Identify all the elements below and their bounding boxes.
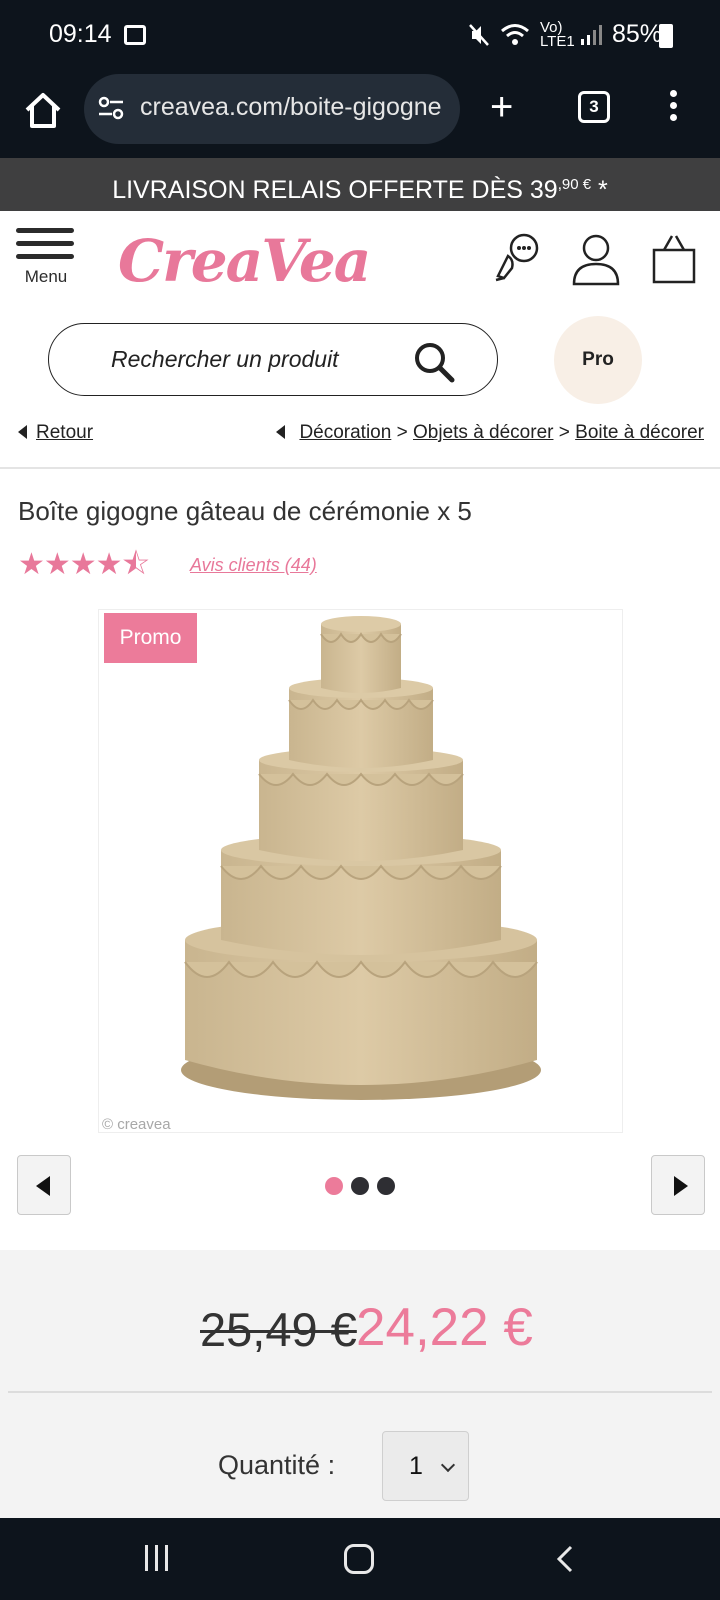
pro-button[interactable]: Pro xyxy=(554,316,642,404)
banner-text: LIVRAISON RELAIS OFFERTE DÈS 39 xyxy=(112,176,558,204)
signal-icon xyxy=(580,24,602,45)
status-right: Vo) LTE1 85% xyxy=(468,20,662,49)
wifi-icon xyxy=(500,23,529,45)
mute-icon xyxy=(469,23,489,46)
arrow-right-icon xyxy=(674,1176,688,1196)
system-nav-bar xyxy=(0,1518,720,1600)
arrow-left-icon xyxy=(36,1176,50,1196)
creavea-logo[interactable]: CreaVea xyxy=(118,214,371,308)
battery-percent: 85% xyxy=(611,20,662,48)
back-arrow-icon xyxy=(18,425,27,439)
battery-icon xyxy=(659,24,673,48)
header-divider xyxy=(0,467,720,469)
breadcrumb: Retour Décoration > Objets à décorer > B… xyxy=(0,420,720,450)
search-field[interactable]: Rechercher un produit xyxy=(48,323,498,396)
price-section: 25,49 € 24,22 € Quantité : 1 xyxy=(0,1250,720,1520)
product-title: Boîte gigogne gâteau de cérémonie x 5 xyxy=(18,496,472,526)
quantity-value: 1 xyxy=(409,1452,423,1480)
new-tab-button[interactable]: + xyxy=(490,87,513,127)
carousel-dots xyxy=(325,1177,403,1195)
chevron-down-icon xyxy=(440,1457,456,1473)
status-time: 09:14 xyxy=(49,20,112,48)
address-bar[interactable]: creavea.com/boite-gigogne xyxy=(84,74,460,144)
breadcrumb-separator: > xyxy=(558,422,570,443)
status-bar: 09:14 Vo) LTE1 85% xyxy=(0,0,720,72)
more-menu-icon[interactable] xyxy=(670,90,678,126)
cart-bag-icon[interactable] xyxy=(648,232,700,286)
back-nav-icon[interactable] xyxy=(556,1545,574,1573)
shipping-banner[interactable]: LIVRAISON RELAIS OFFERTE DÈS 39,90 € * xyxy=(0,158,720,211)
menu-button[interactable]: Menu xyxy=(16,228,76,294)
search-placeholder: Rechercher un produit xyxy=(111,346,339,372)
url-text: creavea.com/boite-gigogne xyxy=(140,93,442,121)
reviews-link[interactable]: Avis clients (44) xyxy=(190,555,317,576)
carousel-dot[interactable] xyxy=(351,1177,369,1195)
search-icon[interactable] xyxy=(413,341,455,383)
account-icon[interactable] xyxy=(570,232,622,286)
old-price: 25,49 € xyxy=(200,1303,357,1356)
price-divider xyxy=(8,1391,712,1393)
breadcrumb-item-objets[interactable]: Objets à décorer xyxy=(413,422,553,443)
recents-icon[interactable] xyxy=(145,1545,175,1573)
breadcrumb-item-decoration[interactable]: Décoration xyxy=(299,422,391,443)
breadcrumb-arrow-icon xyxy=(276,425,286,439)
product-image[interactable] xyxy=(98,609,623,1133)
home-nav-icon[interactable] xyxy=(344,1544,374,1574)
banner-star: * xyxy=(598,176,608,204)
current-price: 24,22 € xyxy=(356,1298,533,1357)
breadcrumb-separator: > xyxy=(396,422,408,443)
back-link[interactable]: Retour xyxy=(36,422,93,443)
home-icon[interactable] xyxy=(22,90,64,132)
carousel-prev-button[interactable] xyxy=(17,1155,71,1215)
cake-box-illustration xyxy=(181,616,541,1100)
browser-toolbar: creavea.com/boite-gigogne + 3 xyxy=(0,72,720,158)
carousel-next-button[interactable] xyxy=(651,1155,705,1215)
menu-label: Menu xyxy=(24,267,68,286)
carousel-dot[interactable] xyxy=(377,1177,395,1195)
network-label: Vo) LTE1 xyxy=(539,18,575,50)
image-watermark: © creavea xyxy=(102,1116,171,1133)
tab-switcher-button[interactable]: 3 xyxy=(578,91,610,123)
site-settings-icon[interactable] xyxy=(98,96,124,120)
image-notification-icon xyxy=(124,25,146,45)
chat-help-icon[interactable] xyxy=(490,232,542,286)
banner-cents: ,90 € xyxy=(557,176,592,193)
quantity-label: Quantité : xyxy=(218,1450,336,1480)
quantity-select[interactable]: 1 xyxy=(382,1431,469,1501)
rating-stars: ★★★★⯪ xyxy=(18,547,150,582)
promo-badge: Promo xyxy=(104,613,197,663)
breadcrumb-item-boite[interactable]: Boite à décorer xyxy=(575,422,704,443)
carousel-dot-active[interactable] xyxy=(325,1177,343,1195)
